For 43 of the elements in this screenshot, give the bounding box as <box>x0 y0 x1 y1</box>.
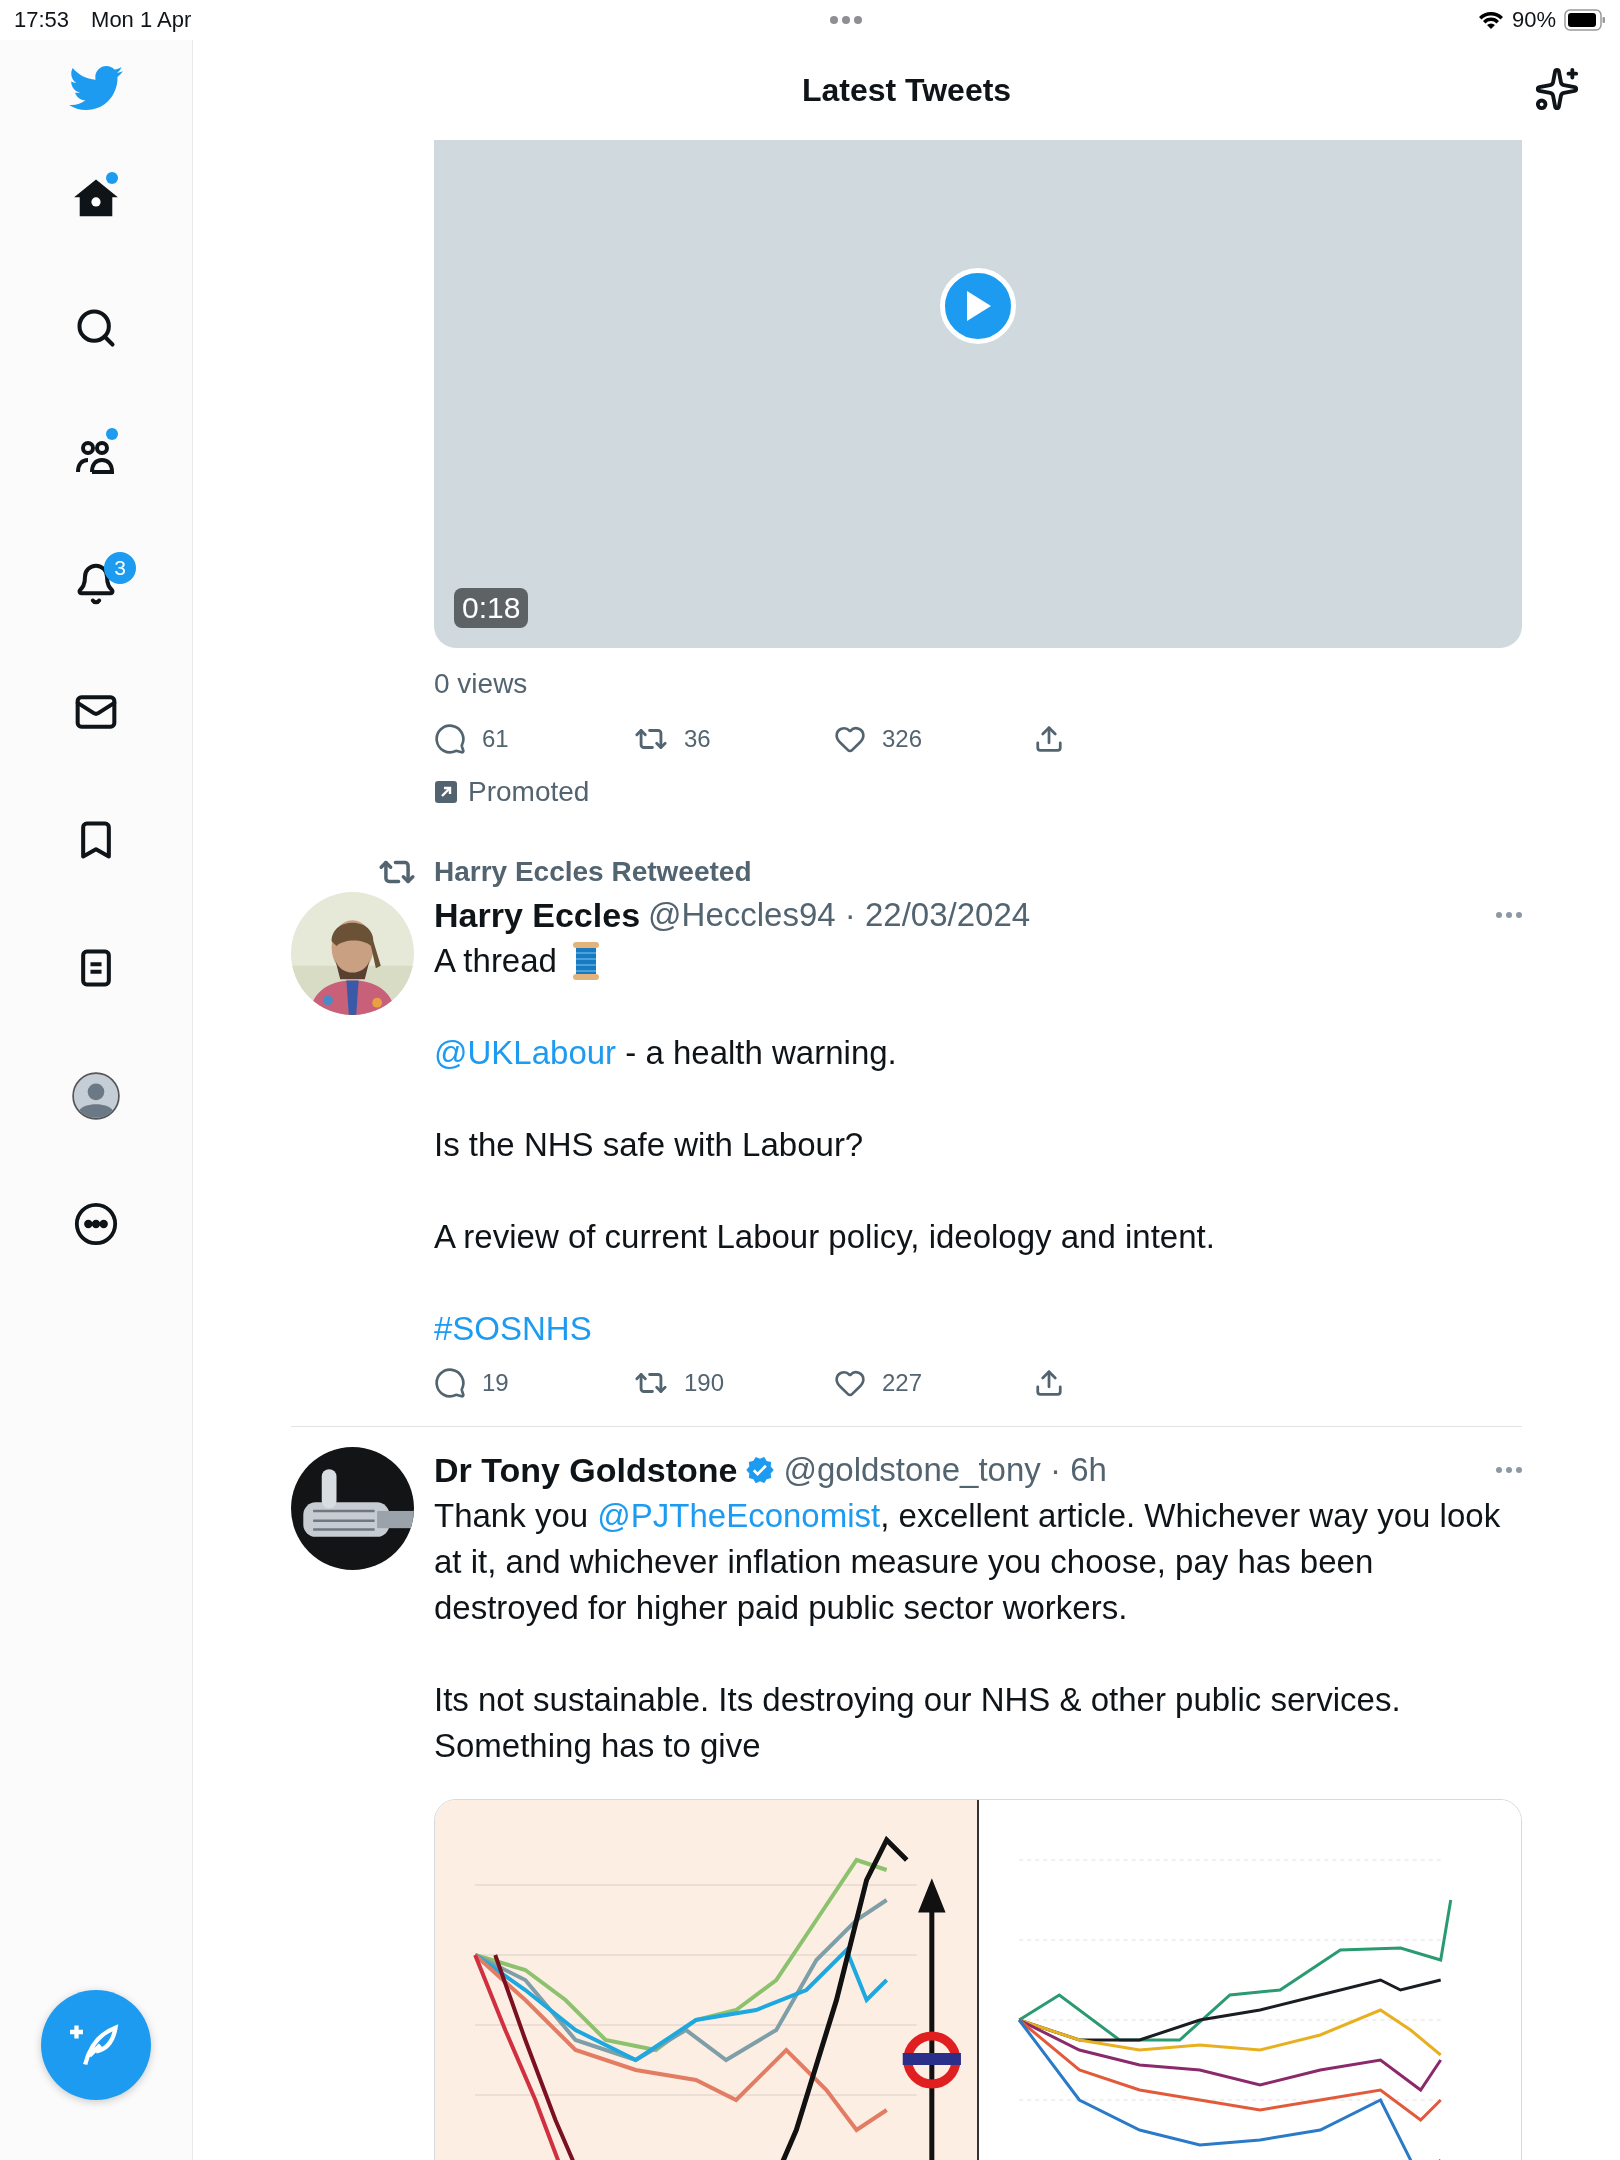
reply-icon <box>434 723 466 755</box>
video-player[interactable]: 0:18 <box>434 140 1522 648</box>
spool-icon <box>570 941 601 981</box>
promoted-icon <box>434 780 458 804</box>
like-button[interactable]: 227 <box>834 1367 1034 1399</box>
tweet-text: @UKLabour - a health warning. <box>434 1033 897 1073</box>
video-duration: 0:18 <box>454 588 529 628</box>
wifi-icon <box>1477 10 1504 30</box>
more-button[interactable] <box>1496 1467 1522 1473</box>
clock: 17:53 <box>14 7 70 33</box>
author-handle: @Heccles94 · 22/03/2024 <box>648 896 1031 934</box>
battery-level: 90% <box>1511 7 1556 33</box>
tweet-text: A review of current Labour policy, ideology and intent. <box>434 1217 1215 1257</box>
author-handle: @goldstone_tony · 6h <box>783 1451 1107 1489</box>
tweet-text: Its not sustainable. Its destroying our NHS & other public services. Something has to give <box>434 1680 1402 1766</box>
share-icon <box>1034 724 1064 754</box>
share-icon <box>1034 1368 1064 1398</box>
page-title: Latest Tweets <box>801 71 1012 109</box>
like-button[interactable]: 326 <box>834 723 1034 755</box>
more-icon <box>1496 1467 1522 1473</box>
reply-icon <box>434 1367 466 1399</box>
promoted-label: Promoted <box>468 776 590 808</box>
tweet-text: A thread <box>434 941 557 981</box>
more-icon <box>1496 912 1522 918</box>
reply-button[interactable]: 61 <box>434 723 634 755</box>
tweet-text: Thank you @PJTheEconomist, excellent article. Whichever way you look at it, and whichever inflation measure you choose, pay has been destroyed for higher paid public sector workers. <box>434 1496 1502 1628</box>
date: Mon 1 Apr <box>91 7 192 33</box>
author-name: Harry Eccles <box>434 895 641 935</box>
multitask-icon <box>829 16 862 24</box>
retweet-button[interactable]: 36 <box>634 722 834 756</box>
battery-icon <box>1564 9 1606 31</box>
sparkle-button[interactable] <box>1534 66 1580 112</box>
retweeted-by: Harry Eccles Retweeted <box>434 856 752 888</box>
more-button[interactable] <box>1496 912 1522 918</box>
unread-dot <box>106 172 118 184</box>
unread-dot <box>106 428 118 440</box>
tweet-text: Is the NHS safe with Labour? <box>434 1125 864 1165</box>
reply-button[interactable]: 19 <box>434 1367 634 1399</box>
retweet-button[interactable]: 190 <box>634 1366 834 1400</box>
sparkle-icon <box>1534 66 1580 112</box>
author-name: Dr Tony Goldstone <box>434 1450 738 1490</box>
notification-badge: 3 <box>104 552 136 584</box>
view-count: 0 views <box>434 668 529 700</box>
